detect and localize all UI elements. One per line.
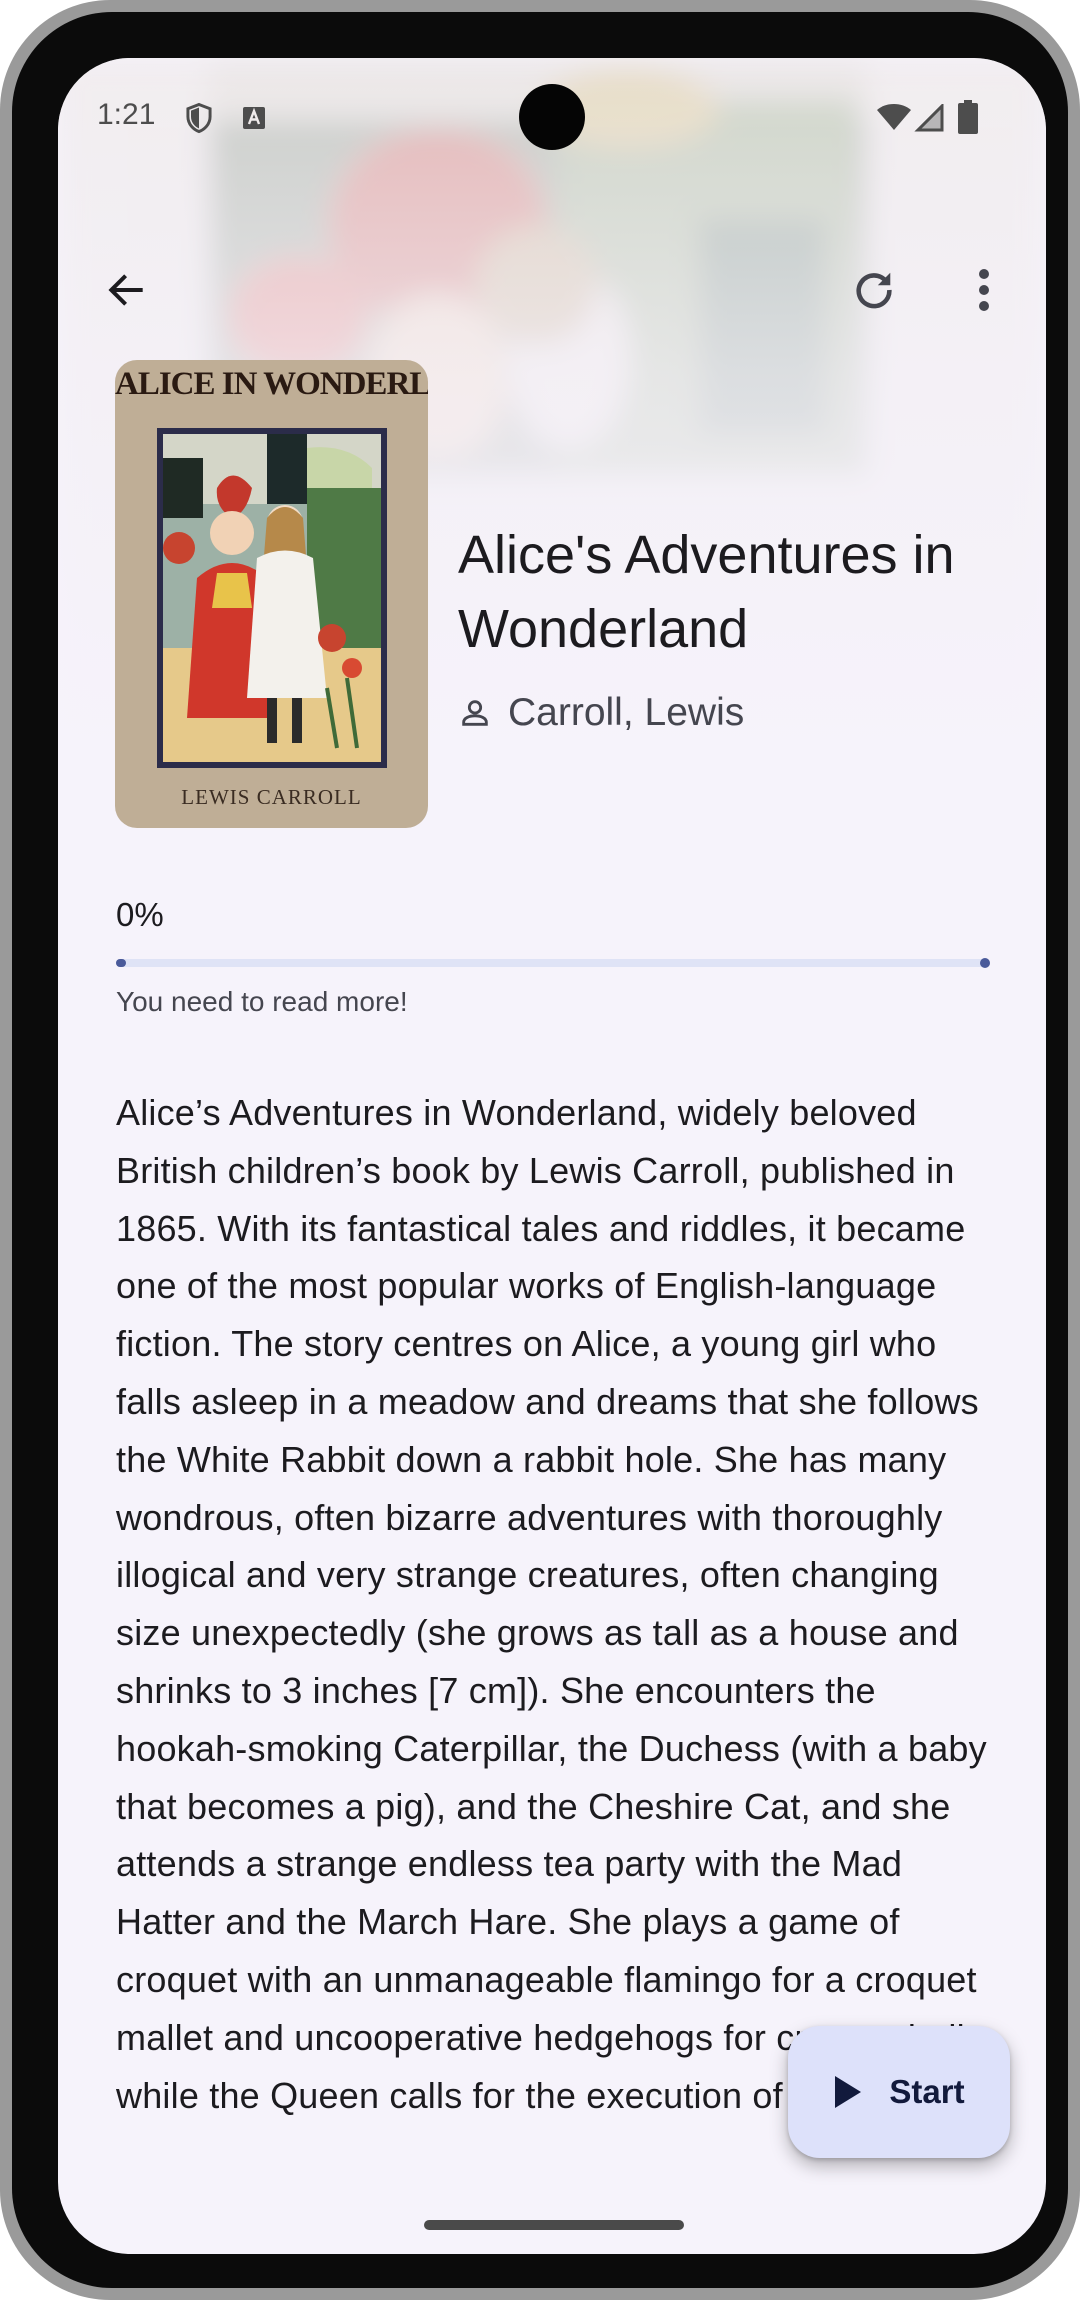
progress-percent: 0% [116, 896, 164, 933]
more-options-button[interactable] [954, 254, 1014, 326]
progress-bar [116, 958, 990, 968]
more-vert-icon [979, 269, 989, 311]
start-label: Start [889, 2073, 965, 2110]
keyboard-a-icon [242, 106, 266, 135]
device-frame: 1:21 ALICE IN WONDERL LEWIS CARROLL Alic… [0, 0, 1080, 2300]
back-button[interactable] [90, 254, 162, 326]
battery-icon [958, 100, 978, 139]
book-cover: ALICE IN WONDERLAND [115, 360, 428, 828]
cover-title: ALICE IN WONDERLAND [115, 366, 428, 402]
refresh-icon [856, 272, 892, 309]
status-time: 1:21 [97, 98, 156, 131]
author-name: Carroll, Lewis [508, 691, 745, 734]
play-icon [835, 2076, 862, 2108]
refresh-button[interactable] [838, 254, 910, 326]
cover-author: LEWIS CARROLL [181, 785, 362, 809]
book-title: Alice's Adventures in Wonderland [458, 525, 955, 659]
arrow-back-icon [108, 274, 143, 306]
camera-cutout [519, 84, 585, 150]
home-indicator[interactable] [424, 2220, 684, 2230]
shield-icon [184, 102, 214, 139]
device-bezel: 1:21 ALICE IN WONDERL LEWIS CARROLL Alic… [12, 12, 1068, 2288]
wifi-icon [876, 102, 912, 137]
progress-message: You need to read more! [116, 986, 408, 1017]
cover-illustration [157, 428, 387, 768]
cell-signal-icon [914, 102, 944, 137]
person-icon [462, 700, 488, 726]
author-row[interactable]: Carroll, Lewis [458, 688, 744, 738]
progress-end-dot [980, 958, 990, 968]
screen: 1:21 ALICE IN WONDERL LEWIS CARROLL Alic… [58, 58, 1046, 2254]
start-reading-button[interactable]: Start [788, 2026, 1010, 2158]
progress-fill [116, 959, 126, 967]
top-app-bar [58, 228, 1046, 328]
